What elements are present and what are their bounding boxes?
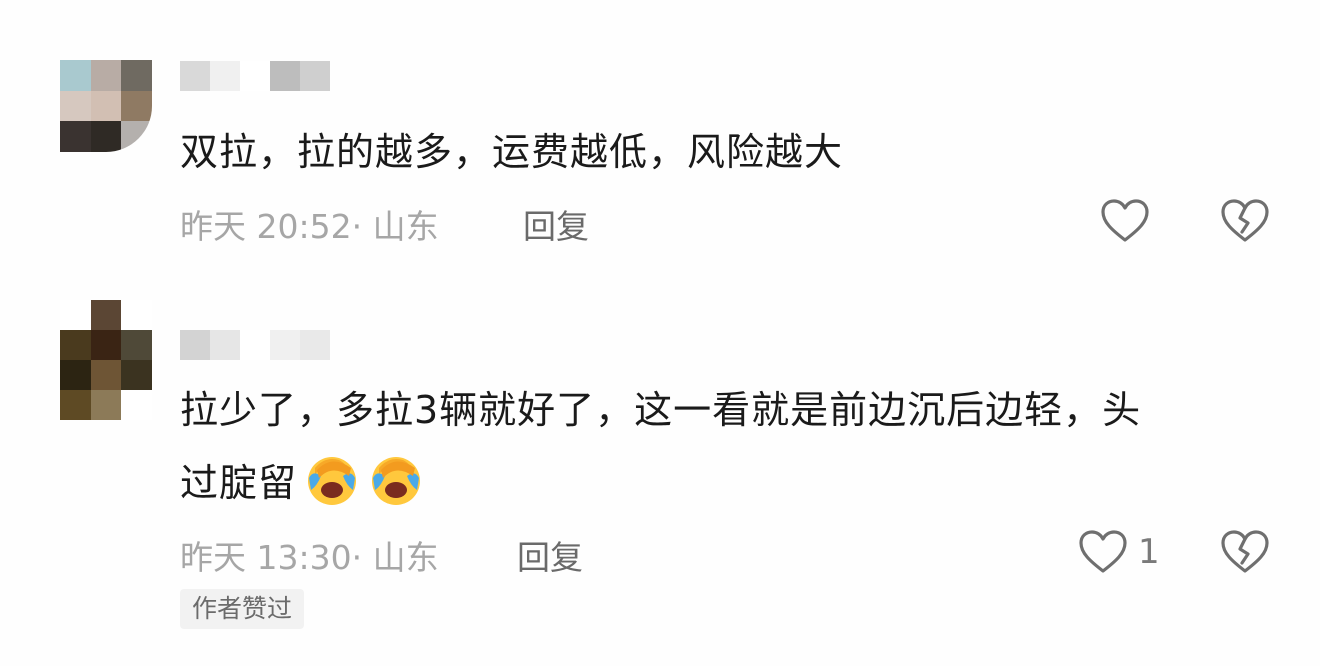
facepalm-crying-emoji bbox=[367, 450, 425, 508]
comment-time: 昨天 13:30 bbox=[180, 538, 352, 577]
avatar-pixel bbox=[60, 300, 91, 330]
comment-text-line: 拉少了，多拉3辆就好了，这一看就是前边沉后边轻，头 bbox=[180, 388, 1142, 432]
comment-text-segment: 过腚留 bbox=[180, 461, 298, 505]
username-pixel bbox=[240, 330, 270, 360]
avatar[interactable] bbox=[60, 300, 152, 420]
dislike-button[interactable] bbox=[1220, 529, 1270, 575]
comment-text-line: 过腚留 bbox=[180, 450, 1280, 515]
avatar-pixel bbox=[121, 390, 152, 420]
comment-location: 山东 bbox=[372, 538, 439, 577]
facepalm-crying-emoji bbox=[303, 450, 361, 508]
like-button[interactable]: 1 bbox=[1078, 529, 1160, 575]
avatar-pixel bbox=[121, 330, 152, 360]
username-pixel bbox=[300, 330, 330, 360]
username-pixel bbox=[180, 330, 210, 360]
comment-list: 双拉，拉的越多，运费越低，风险越大 昨天 20:52· 山东 回复 拉少了，多拉… bbox=[0, 0, 1320, 666]
avatar-pixel bbox=[121, 300, 152, 330]
username-pixel bbox=[270, 330, 300, 360]
reply-button[interactable]: 回复 bbox=[517, 531, 583, 579]
comment-item: 拉少了，多拉3辆就好了，这一看就是前边沉后边轻，头 过腚留 昨天 13:30· … bbox=[0, 0, 1320, 666]
avatar-pixel bbox=[121, 360, 152, 390]
username-pixelated[interactable] bbox=[180, 330, 330, 360]
author-liked-badge: 作者赞过 bbox=[180, 589, 305, 629]
avatar-pixel bbox=[90, 390, 122, 420]
avatar-pixel bbox=[60, 360, 91, 390]
avatar-pixel bbox=[90, 360, 122, 390]
like-count: 1 bbox=[1138, 532, 1160, 572]
meta-separator: · bbox=[351, 538, 373, 577]
avatar-pixel bbox=[60, 390, 91, 420]
comment-text: 拉少了，多拉3辆就好了，这一看就是前边沉后边轻，头 过腚留 bbox=[180, 378, 1280, 515]
broken-heart-icon bbox=[1220, 529, 1270, 575]
comment-meta: 昨天 13:30· 山东 bbox=[180, 531, 439, 579]
avatar-pixel bbox=[90, 330, 122, 360]
username-pixel bbox=[210, 330, 240, 360]
avatar-pixel bbox=[60, 330, 91, 360]
avatar-pixel bbox=[90, 300, 122, 330]
heart-outline-icon bbox=[1078, 529, 1128, 575]
